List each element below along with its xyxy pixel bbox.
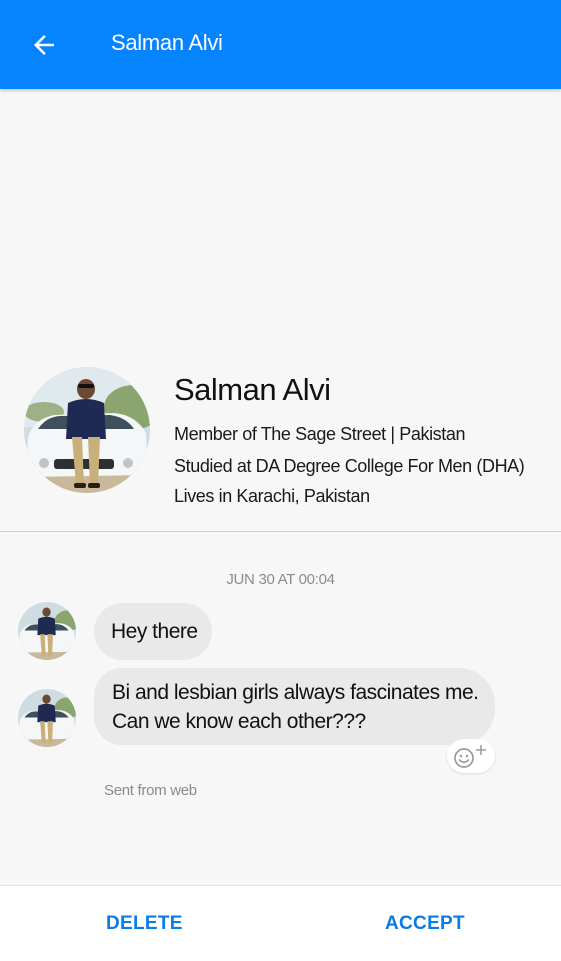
profile-membership: Member of The Sage Street | Pakistan [174, 424, 466, 444]
profile-location: Lives in Karachi, Pakistan [174, 486, 370, 506]
profile-education: Studied at DA Degree College For Men (DH… [174, 456, 525, 476]
app-bar: Salman Alvi [0, 0, 561, 89]
message-text: Hey there [111, 620, 198, 643]
sent-from-label: Sent from web [104, 782, 197, 799]
delete-button[interactable]: DELETE [106, 913, 183, 935]
message-bubble[interactable]: Hey there [94, 603, 212, 660]
back-button[interactable] [22, 25, 66, 65]
divider [0, 531, 561, 532]
conversation-title: Salman Alvi [111, 30, 223, 55]
sender-avatar[interactable] [18, 602, 76, 660]
profile-avatar[interactable] [24, 367, 150, 493]
accept-button[interactable]: ACCEPT [385, 913, 465, 935]
add-reaction-smiley-icon [454, 745, 486, 768]
add-reaction-button[interactable] [447, 739, 495, 773]
message-text: Can we know each other??? [112, 710, 366, 733]
request-action-bar: DELETE ACCEPT [0, 885, 561, 961]
message-bubble[interactable]: Bi and lesbian girls always fascinates m… [94, 668, 495, 745]
message-timestamp: JUN 30 AT 00:04 [226, 571, 335, 588]
profile-name: Salman Alvi [174, 372, 331, 407]
message-text: Bi and lesbian girls always fascinates m… [112, 681, 479, 704]
arrow-left-icon [34, 35, 54, 55]
sender-avatar[interactable] [18, 689, 76, 747]
